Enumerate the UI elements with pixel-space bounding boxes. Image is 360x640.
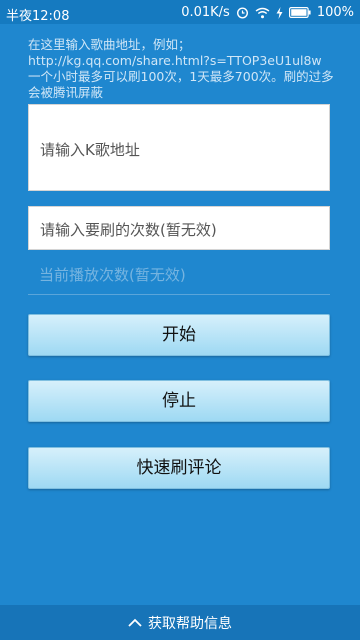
divider [28,294,330,295]
start-button[interactable]: 开始 [28,314,330,356]
help-info-label: 获取帮助信息 [148,615,232,632]
status-time: 半夜12:08 [6,9,70,24]
wifi-icon [255,7,270,19]
status-right: 0.01K/s 100% [181,5,354,20]
network-speed: 0.01K/s [181,5,230,20]
charging-icon [276,6,283,19]
play-count-placeholder: 请输入要刷的次数(暂无效) [40,221,217,239]
alarm-icon [236,6,249,19]
quick-comment-button[interactable]: 快速刷评论 [28,447,330,489]
current-play-count-label: 当前播放次数(暂无效) [39,266,186,284]
chevron-up-icon [128,615,142,631]
help-info-bar[interactable]: 获取帮助信息 [0,605,360,640]
battery-icon [288,7,311,18]
battery-percent: 100% [316,5,354,20]
play-count-input[interactable]: 请输入要刷的次数(暂无效) [28,206,330,250]
status-bar: 半夜12:08 0.01K/s 100% [0,0,360,24]
song-url-placeholder: 请输入K歌地址 [40,141,140,159]
intro-text: 在这里输入歌曲地址，例如；http://kg.qq.com/share.html… [28,37,347,100]
stop-button[interactable]: 停止 [28,380,330,422]
song-url-input[interactable]: 请输入K歌地址 [28,104,330,191]
